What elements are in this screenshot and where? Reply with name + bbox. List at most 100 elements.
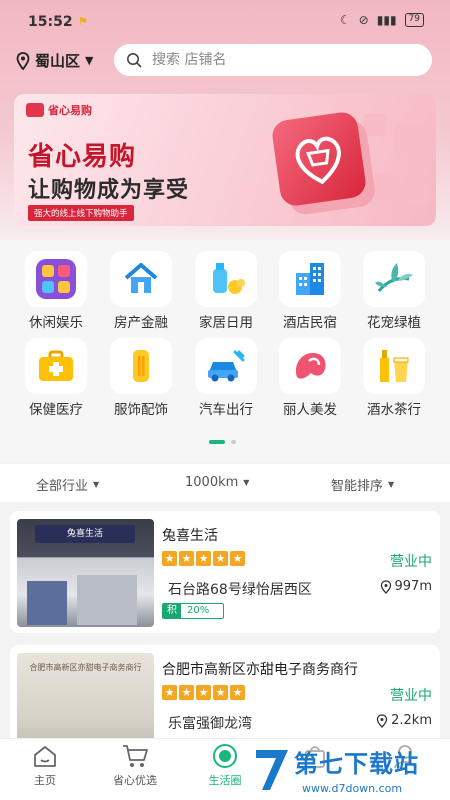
search-icon [127,53,142,68]
category-plants-pets[interactable]: 花宠绿植 [354,251,434,331]
distance-value: 2.2km [391,713,432,728]
banner-logo-text: 省心易购 [48,104,92,117]
category-drinks[interactable]: 酒水茶行 [354,338,434,418]
category-label: 酒水茶行 [367,402,421,418]
distance-value: 997m [394,579,432,594]
house-icon [110,251,172,307]
sort-filter[interactable]: 智能排序 ▼ [331,475,394,494]
entertainment-icon [25,251,87,307]
location-pin-icon [16,51,30,70]
category-label: 房产金融 [114,315,168,331]
page-indicator [209,440,236,444]
rating-stars: ★ ★ ★ ★ ★ [162,685,245,700]
notification-icon: ⚑ [78,15,88,28]
household-icon [195,251,257,307]
store-name: 兔喜生活 [162,528,218,544]
star-icon: ★ [196,551,211,566]
nav-label: 主页 [34,774,56,787]
rating-stars: ★ ★ ★ ★ ★ [162,551,245,566]
search-box[interactable] [114,44,432,76]
category-label: 汽车出行 [199,402,253,418]
watermark-url: www.d7down.com [302,782,403,795]
nav-label: 省心优选 [113,774,157,787]
clothing-icon [110,338,172,394]
logo-mark [26,103,44,117]
category-clothing[interactable]: 服饰配饰 [101,338,181,418]
signal-icon: ▮▮▮ [376,13,397,27]
life-circle-icon [190,743,260,769]
cart-icon [100,743,170,769]
store-sign: 兔喜生活 [35,525,135,543]
category-household[interactable]: 家居日用 [186,251,266,331]
star-icon: ★ [213,551,228,566]
beauty-icon [279,338,341,394]
location-label: 蜀山区 [35,52,81,70]
caret-down-icon: ▼ [85,54,94,67]
store-address: 石台路68号绿怡居西区 [168,582,312,598]
star-icon: ★ [230,551,245,566]
mute-icon: ⊘ [358,13,369,27]
category-label: 酒店民宿 [283,315,337,331]
category-real-estate[interactable]: 房产金融 [101,251,181,331]
watermark-title: 第七下载站 [294,750,419,778]
category-beauty[interactable]: 丽人美发 [270,338,350,418]
caret-down-icon: ▼ [243,478,250,487]
category-hotel[interactable]: 酒店民宿 [270,251,350,331]
open-status: 营业中 [390,688,432,704]
plant-icon [363,251,425,307]
location-pin-icon [376,713,388,728]
heart-cart-icon [295,136,341,185]
points-tag: 积 [163,604,181,618]
category-label: 丽人美发 [283,402,337,418]
store-photo: 兔喜生活 [17,519,154,627]
industry-filter-label: 全部行业 [36,479,89,494]
star-icon: ★ [196,685,211,700]
nav-home[interactable]: 主页 [10,743,80,788]
location-pin-icon [380,579,391,594]
nav-featured[interactable]: 省心优选 [100,743,170,788]
nav-label: 生活圈 [208,774,242,787]
store-distance: 997m [380,579,432,594]
banner-cube-graphic [270,110,368,208]
industry-filter[interactable]: 全部行业 ▼ [36,475,99,494]
hotel-icon [279,251,341,307]
moon-icon: ☾ [339,13,351,27]
car-icon [195,338,257,394]
medical-kit-icon [25,338,87,394]
star-icon: ★ [179,685,194,700]
star-icon: ★ [179,551,194,566]
category-medical[interactable]: 保健医疗 [16,338,96,418]
star-icon: ★ [230,685,245,700]
home-icon [10,743,80,769]
page-dot-active [209,440,225,444]
status-time: 15:52 [28,14,73,30]
sort-filter-label: 智能排序 [331,479,384,494]
points-value: 20% [187,605,210,616]
star-icon: ★ [162,685,177,700]
store-sign: 合肥市高新区亦甜电子商务商行 [29,663,142,672]
status-bar: 15:52 ⚑ ☾ ⊘ ▮▮▮ 79 [0,0,450,40]
category-label: 花宠绿植 [367,315,421,331]
category-label: 家居日用 [199,315,253,331]
store-card[interactable]: 兔喜生活 兔喜生活 ★ ★ ★ ★ ★ 营业中 石台路68号绿怡居西区 997m… [10,511,440,633]
store-distance: 2.2km [376,713,432,728]
distance-filter-label: 1000km [185,475,239,490]
location-selector[interactable]: 蜀山区 ▼ [16,50,93,71]
star-icon: ★ [162,551,177,566]
drinks-icon [363,338,425,394]
distance-filter[interactable]: 1000km ▼ [185,475,249,490]
promo-banner[interactable]: 省心易购 省心易购 让购物成为享受 强大的线上线下购物助手 [14,94,436,226]
banner-subtitle: 让购物成为享受 [28,178,190,203]
category-auto[interactable]: 汽车出行 [186,338,266,418]
caret-down-icon: ▼ [93,480,100,489]
category-label: 休闲娱乐 [29,315,83,331]
star-icon: ★ [213,685,228,700]
search-input[interactable] [152,52,402,68]
category-entertainment[interactable]: 休闲娱乐 [16,251,96,331]
store-name: 合肥市高新区亦甜电子商务商行 [162,662,358,678]
caret-down-icon: ▼ [388,480,395,489]
nav-life-circle[interactable]: 生活圈 [190,743,260,788]
open-status: 营业中 [390,554,432,570]
battery-icon: 79 [404,13,424,27]
banner-logo: 省心易购 [26,102,92,118]
